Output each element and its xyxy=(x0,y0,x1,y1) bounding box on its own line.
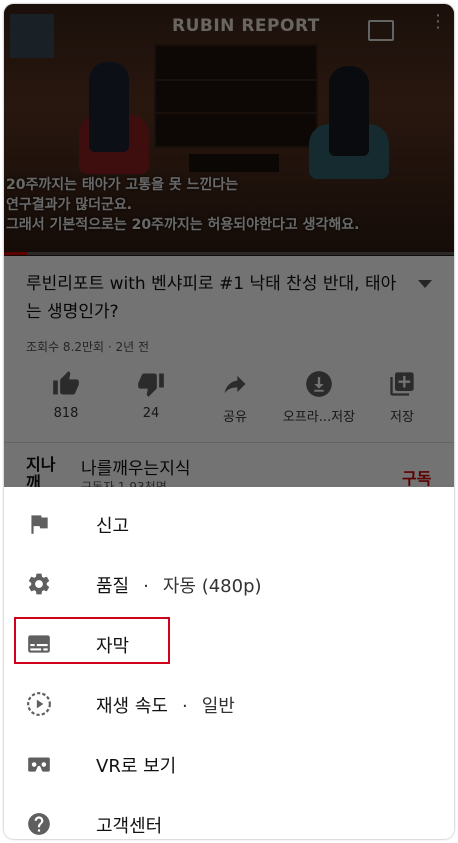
menu-item-label: 고객센터 xyxy=(96,816,163,837)
gear-icon xyxy=(28,573,50,595)
cast-icon[interactable] xyxy=(368,20,394,41)
save-to-playlist-button[interactable]: 저장 xyxy=(362,370,442,425)
share-button[interactable]: 공유 xyxy=(195,370,275,425)
caption-line-1: 20주까지는 태아가 고통을 못 느낀다는 xyxy=(6,177,239,193)
download-icon xyxy=(306,371,332,397)
menu-item-label: 재생 속도 · 일반 xyxy=(96,692,235,718)
offline-save-button[interactable]: 오프라...저장 xyxy=(279,370,359,425)
video-table xyxy=(189,154,279,172)
subscribe-button[interactable]: 구독 xyxy=(402,465,431,489)
like-button[interactable]: 818 xyxy=(26,370,106,421)
playback-speed-label: 재생 속도 xyxy=(96,696,168,717)
video-guest xyxy=(329,66,369,156)
video-player[interactable]: RUBIN REPORT ⋮ 20주까지는 태아가 고통을 못 느낀다는 연구결… xyxy=(4,4,454,256)
share-label: 공유 xyxy=(223,410,247,425)
add-to-playlist-icon xyxy=(390,372,414,396)
help-icon xyxy=(28,813,50,835)
playback-speed-icon xyxy=(27,692,51,716)
more-vert-icon[interactable]: ⋮ xyxy=(429,13,447,31)
expand-chevron-icon[interactable] xyxy=(418,280,432,288)
menu-item-label: 품질 · 자동 (480p) xyxy=(96,572,262,598)
like-count: 818 xyxy=(53,406,79,421)
caption-line-3: 그래서 기본적으로는 20주까지는 허용되야한다고 생각해요. xyxy=(6,217,360,233)
vr-headset-icon xyxy=(28,757,50,772)
menu-item-playback-speed[interactable]: 재생 속도 · 일반 xyxy=(4,675,454,733)
flag-icon xyxy=(31,515,48,534)
video-meta: 조회수 8.2만회 · 2년 전 xyxy=(26,340,150,354)
menu-item-quality[interactable]: 품질 · 자동 (480p) xyxy=(4,555,454,613)
separator-dot: · xyxy=(181,696,188,717)
menu-item-label: VR로 보기 xyxy=(96,756,177,777)
caption-line-2: 연구결과가 많더군요. xyxy=(6,197,133,213)
channel-name[interactable]: 나를깨우는지식 xyxy=(81,454,190,479)
menu-item-report[interactable]: 신고 xyxy=(4,495,454,553)
video-corner-logo xyxy=(10,14,54,58)
divider xyxy=(4,442,454,443)
offline-save-label: 오프라...저장 xyxy=(282,410,356,425)
menu-item-label: 신고 xyxy=(96,516,130,537)
highlight-box xyxy=(14,617,170,664)
video-actions: 818 24 공유 오프라...저장 저장 xyxy=(4,370,454,430)
menu-item-help[interactable]: 고객센터 xyxy=(4,795,454,839)
video-progress-fill xyxy=(4,252,27,255)
playback-speed-value: 일반 xyxy=(201,696,235,717)
video-title: 루빈리포트 with 벤샤피로 #1 낙태 찬성 반대, 태아는 생명인가? xyxy=(26,274,397,322)
video-host xyxy=(89,62,129,152)
menu-item-vr[interactable]: VR로 보기 xyxy=(4,735,454,793)
video-progress-bar[interactable] xyxy=(4,252,454,255)
separator-dot: · xyxy=(143,576,149,597)
thumb-up-icon xyxy=(53,371,79,395)
dislike-count: 24 xyxy=(142,406,160,421)
thumb-down-icon xyxy=(138,373,164,397)
quality-value: 자동 (480p) xyxy=(162,576,262,597)
save-label: 저장 xyxy=(390,410,414,425)
video-bookshelf xyxy=(154,44,318,148)
app-frame: RUBIN REPORT ⋮ 20주까지는 태아가 고통을 못 느낀다는 연구결… xyxy=(4,4,454,839)
quality-label: 품질 xyxy=(96,576,130,597)
share-icon xyxy=(224,375,246,394)
dislike-button[interactable]: 24 xyxy=(111,370,191,421)
video-caption: 20주까지는 태아가 고통을 못 느낀다는 연구결과가 많더군요. 그래서 기본… xyxy=(6,175,359,235)
video-brand-text: RUBIN REPORT xyxy=(172,16,320,36)
